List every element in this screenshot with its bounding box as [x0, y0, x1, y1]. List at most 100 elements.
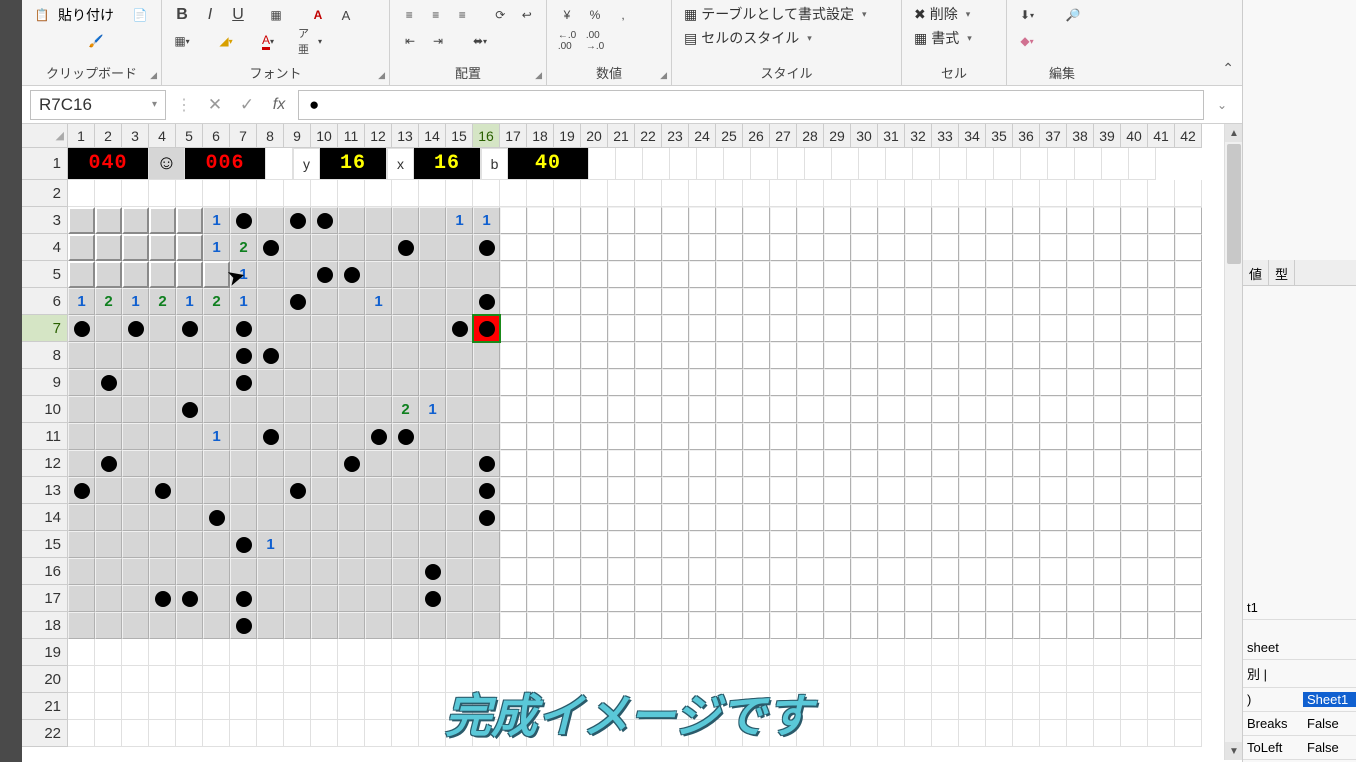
cell[interactable] — [932, 720, 959, 747]
cell[interactable] — [608, 234, 635, 261]
cell[interactable] — [95, 369, 122, 396]
cell[interactable] — [1094, 234, 1121, 261]
cell[interactable] — [832, 148, 859, 180]
cell[interactable] — [932, 423, 959, 450]
cell[interactable] — [473, 315, 500, 342]
cell[interactable] — [419, 450, 446, 477]
cell[interactable] — [311, 180, 338, 207]
mine-counter[interactable]: 040 — [68, 148, 149, 180]
cell[interactable] — [932, 261, 959, 288]
cell[interactable] — [338, 612, 365, 639]
cell[interactable] — [1148, 342, 1175, 369]
cell[interactable] — [446, 612, 473, 639]
cell[interactable] — [1175, 180, 1202, 207]
cell[interactable] — [365, 342, 392, 369]
cell[interactable] — [608, 558, 635, 585]
column-header[interactable]: 39 — [1094, 124, 1121, 148]
cell[interactable] — [68, 612, 95, 639]
wrap-text-icon[interactable]: ↩ — [516, 3, 539, 27]
cell[interactable] — [446, 234, 473, 261]
cell[interactable] — [959, 234, 986, 261]
cell[interactable] — [986, 639, 1013, 666]
cell[interactable]: 1 — [176, 288, 203, 315]
cell[interactable] — [824, 423, 851, 450]
cell[interactable] — [311, 450, 338, 477]
cell[interactable] — [1121, 477, 1148, 504]
cell[interactable] — [1121, 180, 1148, 207]
cell[interactable] — [743, 261, 770, 288]
cell[interactable] — [554, 207, 581, 234]
cell[interactable] — [149, 396, 176, 423]
column-header[interactable]: 26 — [743, 124, 770, 148]
cell[interactable] — [932, 450, 959, 477]
b-label[interactable]: b — [481, 148, 508, 180]
cell[interactable] — [527, 180, 554, 207]
delete-button[interactable]: ✖削除▾ — [910, 2, 998, 26]
cell[interactable] — [905, 396, 932, 423]
cell[interactable] — [500, 234, 527, 261]
cell[interactable] — [500, 342, 527, 369]
cell[interactable] — [1094, 504, 1121, 531]
cell[interactable] — [392, 639, 419, 666]
cell[interactable] — [419, 234, 446, 261]
cell[interactable] — [527, 396, 554, 423]
cell[interactable] — [932, 639, 959, 666]
cell[interactable] — [500, 207, 527, 234]
cell[interactable] — [689, 342, 716, 369]
cell[interactable] — [284, 342, 311, 369]
cell[interactable] — [1094, 342, 1121, 369]
decimal-inc-icon[interactable]: ←.0.00 — [555, 29, 579, 53]
cell[interactable] — [392, 720, 419, 747]
cell[interactable] — [1048, 148, 1075, 180]
percent-icon[interactable]: % — [583, 3, 607, 27]
cell[interactable] — [1148, 639, 1175, 666]
cell[interactable] — [338, 693, 365, 720]
cell[interactable] — [446, 342, 473, 369]
cell[interactable] — [1013, 612, 1040, 639]
cell[interactable] — [473, 531, 500, 558]
cell[interactable] — [419, 477, 446, 504]
cell[interactable] — [257, 639, 284, 666]
cell[interactable] — [1121, 504, 1148, 531]
cell[interactable]: 2 — [392, 396, 419, 423]
column-header[interactable]: 29 — [824, 124, 851, 148]
cell[interactable] — [230, 423, 257, 450]
cell[interactable] — [311, 639, 338, 666]
row-header[interactable]: 15 — [22, 531, 68, 558]
cell[interactable] — [581, 261, 608, 288]
cell[interactable] — [986, 207, 1013, 234]
cell[interactable] — [149, 369, 176, 396]
cell[interactable] — [986, 234, 1013, 261]
cell[interactable] — [662, 450, 689, 477]
dialog-launcher-icon[interactable]: ◢ — [378, 70, 385, 81]
cell[interactable] — [176, 234, 203, 261]
cell[interactable] — [392, 558, 419, 585]
cell[interactable] — [1040, 234, 1067, 261]
cell[interactable] — [743, 369, 770, 396]
cell[interactable] — [257, 369, 284, 396]
cell[interactable] — [311, 504, 338, 531]
cell[interactable] — [797, 477, 824, 504]
cell[interactable] — [419, 666, 446, 693]
cell[interactable] — [689, 423, 716, 450]
cell[interactable] — [1175, 288, 1202, 315]
x-value[interactable]: 16 — [414, 148, 481, 180]
cell[interactable] — [365, 720, 392, 747]
cell[interactable] — [1067, 450, 1094, 477]
column-header[interactable]: 10 — [311, 124, 338, 148]
cell[interactable] — [608, 585, 635, 612]
row-header[interactable]: 2 — [22, 180, 68, 207]
cell[interactable] — [365, 639, 392, 666]
cell[interactable] — [68, 369, 95, 396]
cell[interactable] — [986, 369, 1013, 396]
cell[interactable] — [959, 423, 986, 450]
cell[interactable] — [473, 369, 500, 396]
cell[interactable] — [1094, 369, 1121, 396]
currency-icon[interactable]: ¥ — [555, 3, 579, 27]
cell[interactable] — [986, 315, 1013, 342]
cell[interactable] — [122, 261, 149, 288]
cell[interactable] — [68, 423, 95, 450]
cell[interactable] — [446, 261, 473, 288]
cell[interactable] — [176, 207, 203, 234]
cell[interactable] — [1040, 531, 1067, 558]
